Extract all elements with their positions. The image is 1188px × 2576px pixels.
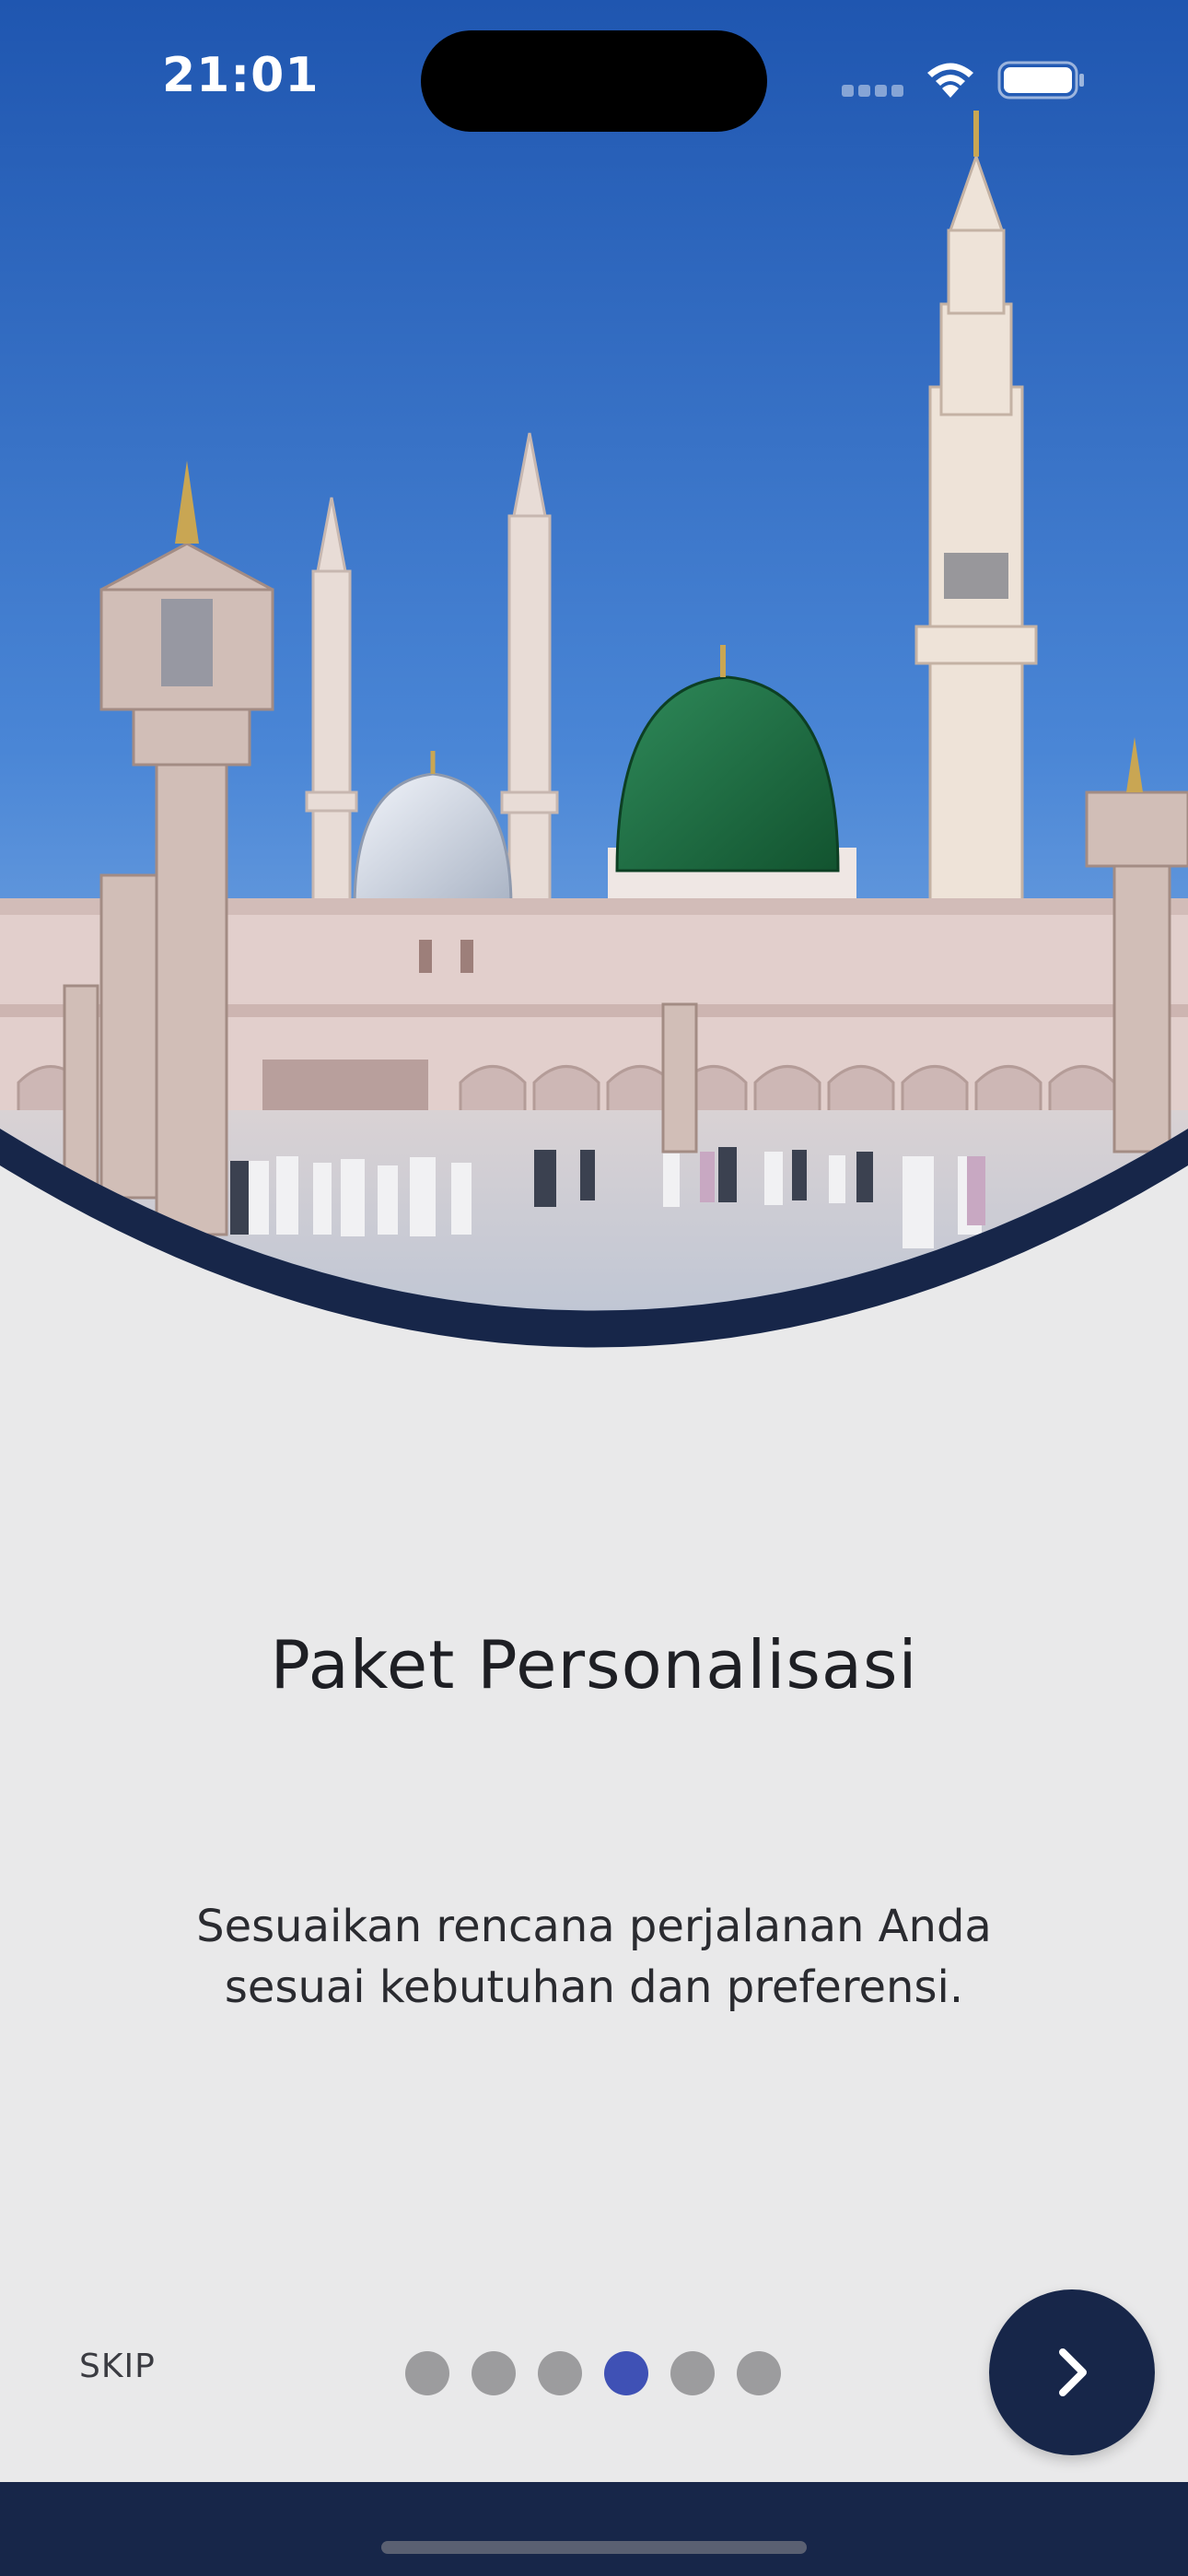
dynamic-island [421,30,767,132]
page-dot-5[interactable] [670,2351,715,2395]
page-dot-4-active[interactable] [604,2351,648,2395]
onboarding-description: Sesuaikan rencana perjalanan Anda sesuai… [196,1901,992,2013]
page-dot-2[interactable] [472,2351,516,2395]
bottom-bar [0,2482,1188,2576]
battery-icon [997,61,1084,100]
page-dot-1[interactable] [405,2351,449,2395]
status-time: 21:01 [162,48,320,103]
home-indicator[interactable] [381,2541,807,2554]
page-dot-6[interactable] [737,2351,781,2395]
page-indicator [405,2349,792,2397]
next-button[interactable] [989,2289,1155,2455]
skip-button[interactable]: SKIP [79,2348,156,2385]
hero-image [0,0,1188,1364]
status-bar: 21:01 [0,0,1188,157]
onboarding-title: Paket Personalisasi [270,1626,918,1704]
page-dot-3[interactable] [538,2351,582,2395]
wifi-icon [927,63,973,98]
chevron-right-icon [1059,2348,1087,2396]
cellular-signal-icon [842,85,904,100]
